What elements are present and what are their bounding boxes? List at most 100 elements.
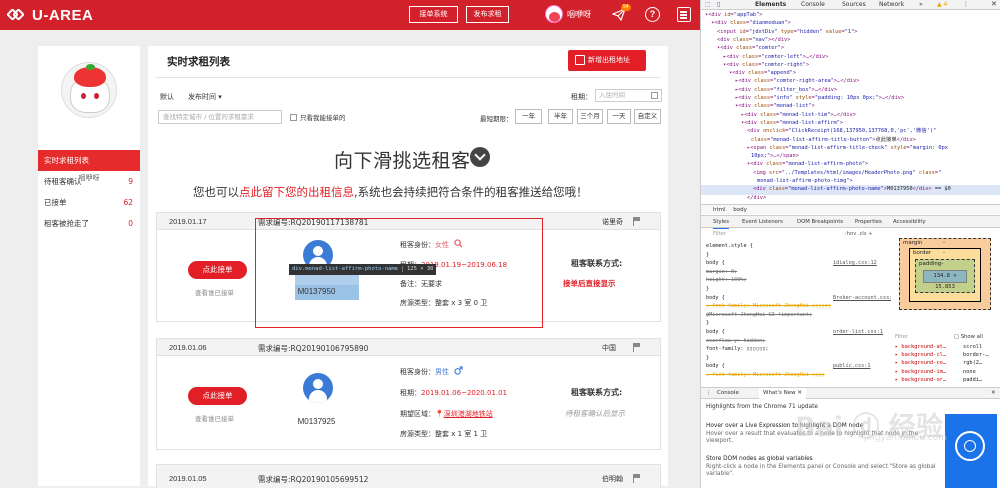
contact-heading: 租客联系方式: — [571, 388, 623, 397]
area-value[interactable]: 深圳港湖地铁站 — [444, 410, 493, 418]
stylesheet-source-link[interactable]: idialog.css:12 — [833, 260, 877, 267]
breadcrumb-item[interactable]: html — [713, 207, 726, 213]
flag-icon[interactable] — [633, 217, 640, 226]
publish-rental-button[interactable]: 发布求租 — [466, 6, 509, 23]
flag-icon[interactable] — [633, 474, 640, 483]
computed-property-name[interactable]: ▸ background-cl… — [895, 352, 946, 359]
style-rule-line[interactable]: ⚠ font-family: Microsoft JhengHei ▯▯▯▯ — [706, 372, 886, 379]
sidebar-item-accepted[interactable]: 已接单 62 — [38, 192, 140, 213]
sort-default-link[interactable]: 默认 — [160, 92, 174, 102]
tab-elements[interactable]: Elements — [755, 1, 786, 9]
tab-styles[interactable]: Styles — [713, 216, 730, 229]
profile-avatar[interactable] — [61, 62, 117, 118]
sort-by-time-dropdown[interactable]: 发布时间 ▾ — [188, 92, 222, 102]
style-rule-line[interactable]: } — [706, 252, 886, 259]
style-rule-line[interactable]: ⚠ font-family: Microsoft JhengHei ▯▯▯▯▯▯ — [706, 303, 886, 310]
move-in-date-input[interactable]: 入住时间 — [595, 89, 662, 102]
kebab-menu-icon[interactable]: ⋮ — [963, 1, 969, 9]
flag-icon[interactable] — [633, 343, 640, 352]
tab-properties[interactable]: Properties — [855, 216, 882, 228]
style-rule-line[interactable]: font-family: ▯▯▯▯▯▯; — [706, 346, 886, 353]
style-rule-line[interactable]: } — [706, 320, 886, 327]
watermark-url: jingyan.baidu.com — [864, 433, 948, 443]
leave-rental-info-link[interactable]: 点此留下您的出租信息 — [239, 185, 354, 199]
style-rule-line[interactable]: } — [706, 355, 886, 362]
computed-property-name[interactable]: ▸ background-at… — [895, 344, 946, 351]
hov-cls-controls[interactable]: :hov .cls + — [845, 231, 873, 238]
style-rule-line[interactable]: height: 100%; — [706, 277, 886, 284]
help-icon[interactable]: ? — [645, 7, 660, 22]
user-menu[interactable]: 咽咿呀 — [545, 5, 591, 23]
tab-console[interactable]: Console — [801, 1, 825, 9]
stylesheet-source-link[interactable]: public.css:1 — [833, 363, 870, 370]
info-label: 房源类型： — [400, 430, 435, 438]
rent-period-label: 租期： — [571, 93, 592, 101]
style-rule-line[interactable]: body {idialog.css:12 — [706, 260, 886, 267]
tab-accessibility[interactable]: Accessibility — [893, 216, 926, 228]
view-who-accepted-link[interactable]: 查看谁已接单 — [195, 287, 234, 297]
view-who-accepted-link[interactable]: 查看谁已接单 — [195, 413, 234, 423]
dom-node-selected[interactable]: <div class="monad-list-affirm-photo-name… — [701, 185, 1000, 195]
drawer-tab-whats-new[interactable]: What's New ✕ — [759, 388, 806, 399]
sidebar-item-pending-confirm[interactable]: 待租客确认 9 — [38, 171, 140, 192]
style-rule-line[interactable]: element.style { — [706, 243, 886, 250]
tab-network[interactable]: Network — [879, 1, 904, 9]
device-toolbar-icon[interactable]: ▯ — [717, 1, 720, 9]
calendar-icon[interactable] — [651, 92, 658, 99]
period-custom-button[interactable]: 自定义 — [634, 109, 661, 124]
computed-property-name[interactable]: ▸ background-im… — [895, 369, 946, 376]
take-order-button[interactable]: 点此接单 — [188, 387, 247, 405]
breadcrumb-item[interactable]: body — [733, 207, 747, 213]
tab-dom-breakpoints[interactable]: DOM Breakpoints — [797, 216, 843, 228]
period-one-day-button[interactable]: 一天 — [607, 109, 631, 124]
tab-more[interactable]: » — [919, 1, 923, 9]
box-border: border - padding- 134.8 × 15.853 — [909, 248, 981, 302]
drawer-tab-console[interactable]: Console — [717, 388, 739, 399]
border-label: border — [913, 250, 932, 256]
card-date: 2019.01.17 — [169, 217, 207, 226]
stylesheet-source-link[interactable]: Broker-account.css:1 — [833, 295, 891, 302]
style-rule-line[interactable]: margin: 0; — [706, 269, 886, 276]
style-rule-line[interactable]: body {public.css:1 — [706, 363, 886, 370]
tab-sources[interactable]: Sources — [842, 1, 866, 9]
add-rental-address-button[interactable]: 新增出租地址 — [568, 50, 646, 71]
checkbox-box[interactable] — [290, 113, 297, 121]
show-all-checkbox[interactable]: □ Show all — [954, 334, 983, 341]
style-rule-line[interactable]: } — [706, 286, 886, 293]
menu-icon[interactable] — [677, 7, 691, 22]
sidebar-item-live-requests[interactable]: 实时求租列表 — [38, 150, 140, 171]
sidebar-item-taken-by-others[interactable]: 租客被抢走了 0 — [38, 213, 140, 234]
close-icon[interactable]: ✕ — [991, 388, 996, 399]
promo-text: 您也可以点此留下您的出租信息,系统也会持续把符合条件的租客推送给您哦！ — [193, 184, 588, 200]
box-content[interactable]: 134.8 × 15.853 — [923, 270, 967, 290]
period-half-year-button[interactable]: 半年 — [548, 109, 573, 124]
inspect-icon[interactable]: ⬚ — [705, 1, 711, 9]
styles-filter-input[interactable]: Filter :hov .cls + — [713, 231, 883, 240]
styles-pane: Filter :hov .cls + element.style {} body … — [701, 229, 891, 385]
drawer-menu-icon[interactable]: ⋮ — [706, 388, 712, 399]
style-rule-line[interactable]: @Microsoft JhengHei UI !important; — [706, 312, 886, 319]
computed-property-name[interactable]: ▸ background-or… — [895, 377, 946, 384]
border-value: - — [943, 250, 945, 256]
close-icon[interactable]: ✕ — [991, 0, 997, 8]
only-mine-checkbox[interactable]: 只看我能接单的 — [290, 112, 346, 122]
computed-property-name[interactable]: ▸ background-co… — [895, 360, 946, 367]
order-system-button[interactable]: 接单系统 — [409, 6, 458, 23]
site-logo[interactable]: U-AREA — [6, 6, 93, 24]
location-pin-icon: 📍 — [435, 410, 444, 418]
period-three-months-button[interactable]: 三个月 — [577, 109, 603, 124]
take-order-button[interactable]: 点此接单 — [188, 261, 247, 279]
style-rule-line[interactable]: body {Broker-account.css:1 — [706, 295, 891, 302]
dom-node[interactable]: </div> — [747, 194, 766, 203]
style-rule-line[interactable]: body {order-list.css:1 — [706, 329, 886, 336]
request-location: 伯明翰 — [602, 475, 623, 483]
period-one-year-button[interactable]: 一年 — [515, 109, 542, 124]
computed-filter-input[interactable]: Filter — [895, 334, 908, 341]
whats-new-item-title[interactable]: Store DOM nodes as global variables — [706, 456, 813, 463]
city-search-input[interactable]: 查找特定城市 / 位置的求租需求 — [158, 110, 282, 124]
arrow-down-icon[interactable] — [470, 147, 490, 167]
warning-count[interactable]: ▲ 4 — [937, 1, 947, 9]
style-rule-line[interactable]: overflow-y: hidden; — [706, 338, 886, 345]
stylesheet-source-link[interactable]: order-list.css:1 — [833, 329, 883, 336]
tab-event-listeners[interactable]: Event Listeners — [742, 216, 783, 228]
